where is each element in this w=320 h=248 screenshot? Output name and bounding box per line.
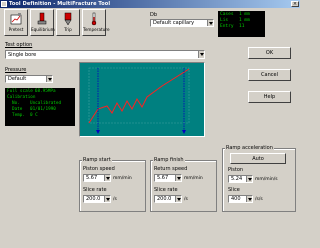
pressure-label: Pressure: [5, 67, 27, 73]
chevron-down-icon[interactable]: [207, 20, 213, 26]
test-option-select[interactable]: Single bore: [5, 50, 205, 59]
ramp-acceleration-title: Ramp acceleration: [225, 145, 274, 151]
ramp-start-piston-speed-value: 5.67: [86, 175, 98, 181]
trip-icon: [64, 12, 72, 26]
ramp-finish-slice-rate-unit: /s: [184, 197, 188, 202]
temperature-icon: [91, 12, 97, 26]
gauge-value: 0 C: [30, 113, 38, 118]
ramp-finish-slice-rate-value: 200.0: [157, 196, 172, 202]
status-key: Entry: [220, 24, 234, 29]
pretest-icon: [10, 13, 22, 25]
ramp-start-slice-rate-unit: /s: [113, 197, 117, 202]
chevron-down-icon[interactable]: [246, 176, 252, 182]
ramp-acceleration-piston-value: 5.24: [231, 176, 243, 182]
test-option-label: Test option: [5, 42, 33, 48]
ramp-start-piston-speed-label: Piston speed: [83, 166, 115, 172]
ramp-start-slice-rate-select[interactable]: 200.0: [83, 195, 111, 203]
close-button[interactable]: ×: [291, 1, 299, 7]
gauge-key: Temp.: [12, 113, 25, 118]
ok-button[interactable]: OK: [248, 47, 291, 59]
ramp-finish-return-speed-select[interactable]: 5.67: [154, 174, 182, 182]
ramp-acceleration-piston-unit: mm/min/s: [255, 177, 278, 182]
db-select[interactable]: Default capillary: [150, 19, 214, 27]
pressure-value: Default: [8, 76, 27, 82]
pressure-select[interactable]: Default: [5, 75, 53, 83]
chevron-down-icon[interactable]: [175, 196, 181, 202]
db-label: Db: [150, 12, 158, 18]
ramp-acceleration-piston-select[interactable]: 5.24: [228, 175, 253, 183]
chevron-down-icon[interactable]: [246, 196, 252, 202]
toolbar-label: Equilibrium: [31, 27, 55, 32]
chevron-down-icon[interactable]: [198, 51, 204, 58]
profile-graphic: [88, 67, 190, 134]
toolbar-label: Pretest: [8, 27, 24, 32]
auto-button[interactable]: Auto: [230, 153, 286, 164]
help-button[interactable]: Help: [248, 91, 291, 103]
test-option-value: Single bore: [8, 51, 37, 58]
plot-area-frame: [88, 67, 190, 124]
status-row: Entry 11: [220, 24, 263, 30]
ramp-finish-title: Ramp finish: [153, 157, 185, 163]
status-box: Cases 1 mm Lis 1 mm Entry 11: [218, 11, 265, 37]
ramp-finish-slice-rate-label: Slice rate: [154, 187, 178, 193]
ramp-finish-slice-rate-select[interactable]: 200.0: [154, 195, 182, 203]
ramp-acceleration-piston-label: Piston: [228, 167, 244, 173]
status-value: 11: [239, 24, 245, 29]
pressure-trace: [88, 68, 190, 124]
ramp-start-marker-handle[interactable]: [96, 130, 100, 134]
gauge-info-box: Full scale 68.95MPa Calibration No. Uncali…: [5, 88, 75, 126]
db-value: Default capillary: [153, 20, 195, 26]
toolbar-equilibrium-button[interactable]: Equilibrium: [30, 9, 55, 36]
toolbar-label: Temperature: [83, 27, 110, 32]
toolbar-temperature-button[interactable]: Temperature: [82, 9, 110, 36]
ramp-finish-marker-handle[interactable]: [182, 130, 186, 134]
ramp-finish-return-speed-value: 5.67: [157, 175, 169, 181]
gauge-row: Temp. 0 C: [7, 113, 73, 119]
chevron-down-icon[interactable]: [175, 175, 181, 181]
title-bar: Tool Definition - MultiFracture Tool ×: [0, 0, 300, 8]
ramp-start-slice-rate-value: 200.0: [86, 196, 101, 202]
ramp-acceleration-slice-label: Slice: [228, 187, 240, 193]
equilibrium-icon: [37, 12, 47, 25]
chevron-down-icon[interactable]: [104, 175, 110, 181]
ramp-acceleration-slice-value: 400: [231, 196, 241, 202]
chevron-down-icon[interactable]: [104, 196, 110, 202]
ramp-profile-preview: [79, 62, 205, 137]
ramp-acceleration-slice-select[interactable]: 400: [228, 195, 253, 203]
ramp-start-piston-speed-select[interactable]: 5.67: [83, 174, 111, 182]
window-title: Tool Definition - MultiFracture Tool: [9, 1, 111, 7]
toolbar-pretest-button[interactable]: Pretest: [4, 9, 28, 36]
toolbar-label: Trip: [64, 27, 72, 32]
ramp-start-piston-speed-unit: mm/min: [113, 176, 132, 181]
cancel-button[interactable]: Cancel: [248, 69, 291, 81]
ramp-finish-return-speed-label: Return speed: [154, 166, 188, 172]
ramp-finish-return-speed-unit: mm/min: [184, 176, 203, 181]
chevron-down-icon[interactable]: [46, 76, 52, 82]
gauge-value: 68.95MPa: [34, 89, 56, 94]
app-icon: [1, 1, 7, 7]
ramp-start-slice-rate-label: Slice rate: [83, 187, 107, 193]
ramp-acceleration-slice-unit: /s/s: [255, 197, 263, 202]
ramp-start-title: Ramp start: [82, 157, 112, 163]
toolbar-trip-button[interactable]: Trip: [56, 9, 80, 36]
